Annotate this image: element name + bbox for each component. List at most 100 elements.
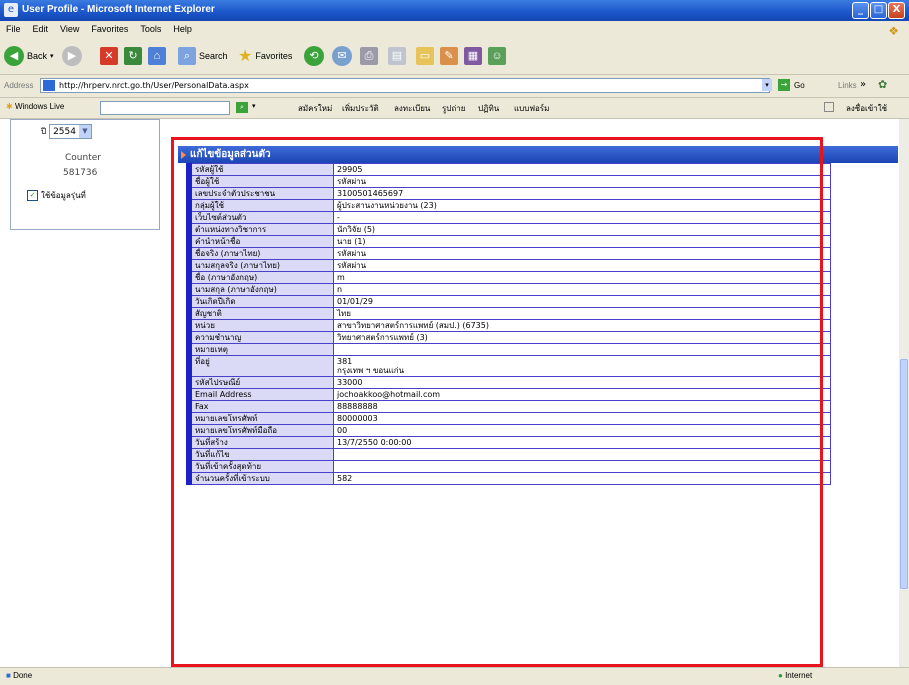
table-row: กลุ่มผู้ใช้ ผู้ประสานงานหน่วยงาน (23) [186,199,831,212]
address-input[interactable]: http://hrperv.nrct.go.th/User/PersonalDa… [40,78,770,93]
left-panel: ปี 2554 ▼ Counter 581736 ✓ ใช้ข้อมูลรุ่น… [10,119,160,230]
table-row: รหัสไปรษณีย์ 33000 [186,376,831,389]
research-button[interactable]: ▦ [464,44,482,68]
field-value: ผู้ประสานงานหน่วยงาน (23) [333,199,831,212]
table-row: หมายเลขโทรศัพท์ 80000003 [186,412,831,425]
field-label: คำนำหน้าชื่อ [191,235,334,248]
field-label: เลขประจำตัวประชาชน [191,187,334,200]
refresh-button[interactable]: ↻ [124,44,142,68]
year-select[interactable]: 2554 ▼ [49,124,92,139]
stop-button[interactable]: ✕ [100,44,118,68]
print-button[interactable]: ⎙ [360,44,378,68]
table-row: ความชำนาญ วิทยาศาสตร์การแพทย์ (3) [186,331,831,344]
data-checkbox-row[interactable]: ✓ ใช้ข้อมูลรุ่นที่ [27,189,86,202]
mail-button[interactable]: ✉ [332,44,355,68]
chevron-right-icon[interactable]: » [860,79,866,90]
forward-button[interactable]: ▶ [62,44,85,68]
table-row: นามสกุล (ภาษาอังกฤษ) n [186,283,831,296]
minimize-button[interactable]: _ [852,2,869,19]
scrollbar-thumb[interactable] [900,359,908,589]
table-row: นามสกุลจริง (ภาษาไทย) รหัสผ่าน [186,259,831,272]
menu-file[interactable]: File [0,21,27,34]
live-link-2[interactable]: เพิ่มประวัติ [342,102,379,115]
field-label: วันที่แก้ไข [191,448,334,461]
messenger-button[interactable]: ☺ [488,44,506,68]
live-link-6[interactable]: แบบฟอร์ม [514,102,549,115]
zone-text: Internet [785,671,813,680]
page-content: ปี 2554 ▼ Counter 581736 ✓ ใช้ข้อมูลรุ่น… [0,119,899,667]
year-value: 2554 [53,126,76,137]
close-button[interactable]: X [888,2,905,19]
edit-icon: ▤ [388,47,406,65]
table-row: คำนำหน้าชื่อ นาย (1) [186,235,831,248]
table-row: วันที่สร้าง 13/7/2550 0:00:00 [186,436,831,449]
live-link-5[interactable]: ปฏิทิน [478,102,499,115]
done-status: ■ Done [6,671,32,680]
field-value: 80000003 [333,412,831,425]
go-arrow-icon[interactable]: → [778,79,790,91]
field-value: 381 กรุงเทพ ฯ ขอนแก่น [333,355,831,377]
live-link-3[interactable]: ลงทะเบียน [394,102,430,115]
windows-logo-icon: ❖ [888,24,899,38]
menu-view[interactable]: View [54,21,85,34]
field-value: 29905 [333,163,831,176]
live-link-4[interactable]: รูปถ่าย [442,102,465,115]
field-label: ที่อยู่ [191,355,334,377]
windows-live-dropdown-icon[interactable]: ▾ [252,102,256,110]
sign-in-link[interactable]: ลงชื่อเข้าใช้ [846,102,887,115]
links-label[interactable]: Links [838,81,857,90]
field-label: ความชำนาญ [191,331,334,344]
folder-button[interactable]: ▭ [416,44,434,68]
history-icon: ⟲ [304,46,324,66]
messenger-icon: ☺ [488,47,506,65]
options-icon[interactable] [824,102,834,112]
field-label: ชื่อผู้ใช้ [191,175,334,188]
menu-favorites[interactable]: Favorites [85,21,134,34]
menu-edit[interactable]: Edit [27,21,55,34]
home-icon: ⌂ [148,47,166,65]
maximize-button[interactable]: □ [870,2,887,19]
live-link-1[interactable]: สมัครใหม่ [298,102,332,115]
menu-bar: File Edit View Favorites Tools Help ❖ [0,21,909,39]
title-bar: e User Profile - Microsoft Internet Expl… [0,0,909,21]
back-label: Back [27,51,48,61]
edit-button[interactable]: ▤ [388,44,406,68]
bullet-arrow-icon [181,151,186,159]
field-label: หน่วย [191,319,334,332]
page-done-icon: ■ [6,671,11,680]
menu-help[interactable]: Help [167,21,198,34]
profile-panel-title: แก้ไขข้อมูลส่วนตัว [190,149,271,160]
field-value: รหัสผ่าน [333,259,831,272]
history-button[interactable]: ⟲ [304,44,327,68]
table-row: ตำแหน่งทางวิชาการ นักวิจัย (5) [186,223,831,236]
field-value: สาขาวิทยาศาสตร์การแพทย์ (สมป.) (6735) [333,319,831,332]
field-value: 88888888 [333,400,831,413]
table-row: เลขประจำตัวประชาชน 3100501465697 [186,187,831,200]
field-value: 582 [333,472,831,485]
pencil-button[interactable]: ✎ [440,44,458,68]
menu-tools[interactable]: Tools [134,21,167,34]
field-value: นักวิจัย (5) [333,223,831,236]
extension-icon[interactable]: ✿ [878,78,887,91]
checkbox-label: ใช้ข้อมูลรุ่นที่ [41,191,86,200]
home-button[interactable]: ⌂ [148,44,166,68]
folder-icon: ▭ [416,47,434,65]
windows-live-search-input[interactable] [100,101,230,115]
address-dropdown-icon[interactable]: ▾ [762,79,772,91]
dropdown-icon[interactable]: ▾ [50,52,54,60]
go-button[interactable]: Go [794,81,805,90]
field-value: 13/7/2550 0:00:00 [333,436,831,449]
search-button[interactable]: ⌕ Search [178,44,228,68]
back-button[interactable]: ◀ Back ▾ [4,44,54,68]
print-icon: ⎙ [360,47,378,65]
field-label: รหัสผู้ใช้ [191,163,334,176]
windows-live-icon: ✱ [6,102,13,111]
checkbox[interactable]: ✓ [27,190,38,201]
favorites-label: Favorites [255,51,293,61]
field-label: วันที่เข้าครั้งสุดท้าย [191,460,334,473]
table-row: ชื่อ (ภาษาอังกฤษ) m [186,271,831,284]
favorites-button[interactable]: ★ Favorites [238,44,292,68]
vertical-scrollbar[interactable] [899,119,909,667]
windows-live-label: ✱ Windows Live [6,102,65,111]
windows-live-search-icon[interactable]: ⌕ [236,102,248,113]
